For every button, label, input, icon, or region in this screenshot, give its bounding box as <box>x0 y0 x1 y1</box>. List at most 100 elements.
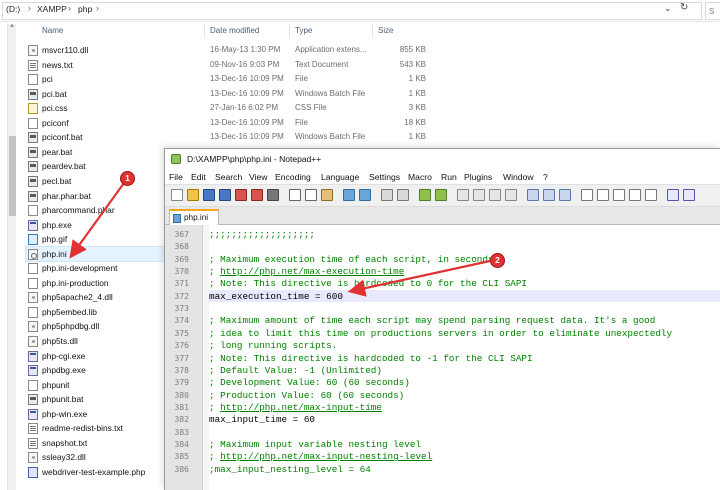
file-row[interactable]: pci.css 27-Jan-16 6:02 PM CSS File 3 KB <box>26 101 436 116</box>
print-icon[interactable] <box>267 189 279 201</box>
file-row[interactable]: msvcr110.dll 16-May-13 1:30 PM Application… <box>26 43 436 58</box>
chevron-down-icon[interactable]: ⌄ <box>664 3 672 14</box>
column-header-date[interactable]: Date modified <box>210 26 259 35</box>
code-line-link[interactable]: ; http://php.net/max-input-time <box>209 402 382 413</box>
vertical-scrollbar[interactable]: ▲ <box>7 23 16 490</box>
chevron-right-icon[interactable]: › <box>96 3 99 13</box>
code-line[interactable]: ; Development Value: 60 (60 seconds) <box>209 377 410 388</box>
code-editor[interactable]: 367;;;;;;;;;;;;;;;;;;; 368 369 ; Maximum ex… <box>165 225 720 490</box>
file-size: 855 KB <box>399 45 426 54</box>
copy-icon[interactable] <box>305 189 317 201</box>
save-macro-icon[interactable] <box>645 189 657 201</box>
undo-icon[interactable] <box>343 189 355 201</box>
file-name: ssleay32.dll <box>42 452 86 463</box>
scrollbar-thumb[interactable] <box>9 136 16 216</box>
menu-language[interactable]: Language <box>321 172 359 182</box>
code-line[interactable]: ; Maximum execution time of each script,… <box>209 254 494 265</box>
save-all-icon[interactable] <box>219 189 231 201</box>
sync-scroll-icon[interactable] <box>457 189 469 201</box>
replace-icon[interactable] <box>397 189 409 201</box>
line-number: 369 <box>174 254 189 264</box>
folder-workspace-icon[interactable] <box>559 189 571 201</box>
refresh-icon[interactable]: ↻ <box>680 2 688 13</box>
new-file-icon[interactable] <box>171 189 183 201</box>
ini-icon <box>28 248 38 260</box>
menu-plugins[interactable]: Plugins <box>464 172 492 182</box>
code-line-link[interactable]: ; http://php.net/max-input-nesting-level <box>209 451 432 462</box>
tab-php-ini[interactable]: php.ini <box>169 209 219 225</box>
file-row[interactable]: pci.bat 13-Dec-16 10:09 PM Windows Batch F… <box>26 87 436 102</box>
function-list-icon[interactable] <box>543 189 555 201</box>
code-line[interactable]: ; Default Value: -1 (Unlimited) <box>209 365 382 376</box>
menu-file[interactable]: File <box>169 172 183 182</box>
stop-recording-icon[interactable] <box>597 189 609 201</box>
column-divider[interactable] <box>372 24 373 38</box>
breadcrumb-php[interactable]: php <box>78 4 92 14</box>
scroll-up-icon[interactable]: ▲ <box>9 23 15 29</box>
code-line[interactable]: ; idea to limit this time on productions… <box>209 328 672 339</box>
breadcrumb-xampp[interactable]: XAMPP <box>37 4 67 14</box>
close-file-icon[interactable] <box>235 189 247 201</box>
exe-icon <box>28 365 38 377</box>
code-line[interactable]: ; Note: This directive is hardcoded to -… <box>209 353 533 364</box>
redo-icon[interactable] <box>359 189 371 201</box>
spell-check-icon[interactable] <box>667 189 679 201</box>
code-line[interactable]: max_execution_time = 600 <box>209 291 343 302</box>
file-icon <box>28 205 38 217</box>
file-row[interactable]: pciconf.bat 13-Dec-16 10:09 PM Windows Bat… <box>26 130 436 145</box>
cut-icon[interactable] <box>289 189 301 201</box>
run-macro-multiple-icon[interactable] <box>629 189 641 201</box>
bat-icon <box>28 132 38 144</box>
find-icon[interactable] <box>381 189 393 201</box>
save-icon[interactable] <box>203 189 215 201</box>
column-header-size[interactable]: Size <box>378 26 394 35</box>
column-divider[interactable] <box>289 24 290 38</box>
menu-view[interactable]: View <box>249 172 267 182</box>
bat-icon <box>28 161 38 173</box>
menu-help[interactable]: ? <box>543 172 548 182</box>
file-row[interactable]: pci 13-Dec-16 10:09 PM File 1 KB <box>26 72 436 87</box>
spell-check-options-icon[interactable] <box>683 189 695 201</box>
open-folder-icon[interactable] <box>187 189 199 201</box>
code-line[interactable]: ; Production Value: 60 (60 seconds) <box>209 390 404 401</box>
document-map-icon[interactable] <box>527 189 539 201</box>
menu-edit[interactable]: Edit <box>191 172 206 182</box>
zoom-out-icon[interactable] <box>435 189 447 201</box>
show-all-characters-icon[interactable] <box>489 189 501 201</box>
file-row[interactable]: pciconf 13-Dec-16 10:09 PM File 18 KB <box>26 116 436 131</box>
menu-run[interactable]: Run <box>441 172 457 182</box>
file-type: Windows Batch File <box>295 132 366 142</box>
menu-settings[interactable]: Settings <box>369 172 400 182</box>
code-line[interactable]: ; Maximum amount of time each script may… <box>209 315 655 326</box>
chevron-right-icon[interactable]: › <box>68 3 71 13</box>
code-line-link[interactable]: ; http://php.net/max-execution-time <box>209 266 404 277</box>
menu-encoding[interactable]: Encoding <box>275 172 311 182</box>
indent-guide-icon[interactable] <box>505 189 517 201</box>
record-macro-icon[interactable] <box>581 189 593 201</box>
zoom-in-icon[interactable] <box>419 189 431 201</box>
column-header-type[interactable]: Type <box>295 26 312 35</box>
breadcrumb-drive[interactable]: (D:) <box>6 4 20 14</box>
word-wrap-icon[interactable] <box>473 189 485 201</box>
menu-window[interactable]: Window <box>503 172 534 182</box>
column-divider[interactable] <box>204 24 205 38</box>
column-header-name[interactable]: Name <box>42 26 63 35</box>
search-box[interactable]: S <box>705 2 720 20</box>
file-row[interactable]: news.txt 09-Nov-16 9:03 PM Text Document 54… <box>26 58 436 73</box>
paste-icon[interactable] <box>321 189 333 201</box>
menu-macro[interactable]: Macro <box>408 172 432 182</box>
file-saved-icon <box>173 214 181 223</box>
playback-macro-icon[interactable] <box>613 189 625 201</box>
code-line[interactable]: ; Note: This directive is hardcoded to 0… <box>209 278 527 289</box>
code-line[interactable]: ; long running scripts. <box>209 340 337 351</box>
file-name: php.ini-development <box>42 263 118 274</box>
file-size: 3 KB <box>408 103 426 113</box>
menu-search[interactable]: Search <box>215 172 242 182</box>
chevron-right-icon[interactable]: › <box>28 3 31 13</box>
address-field[interactable] <box>2 2 702 20</box>
code-line[interactable]: max_input_time = 60 <box>209 414 315 425</box>
code-line[interactable]: ;;;;;;;;;;;;;;;;;;; <box>209 229 315 240</box>
close-all-icon[interactable] <box>251 189 263 201</box>
code-line[interactable]: ;max_input_nesting_level = 64 <box>209 464 371 475</box>
code-line[interactable]: ; Maximum input variable nesting level <box>209 439 421 450</box>
